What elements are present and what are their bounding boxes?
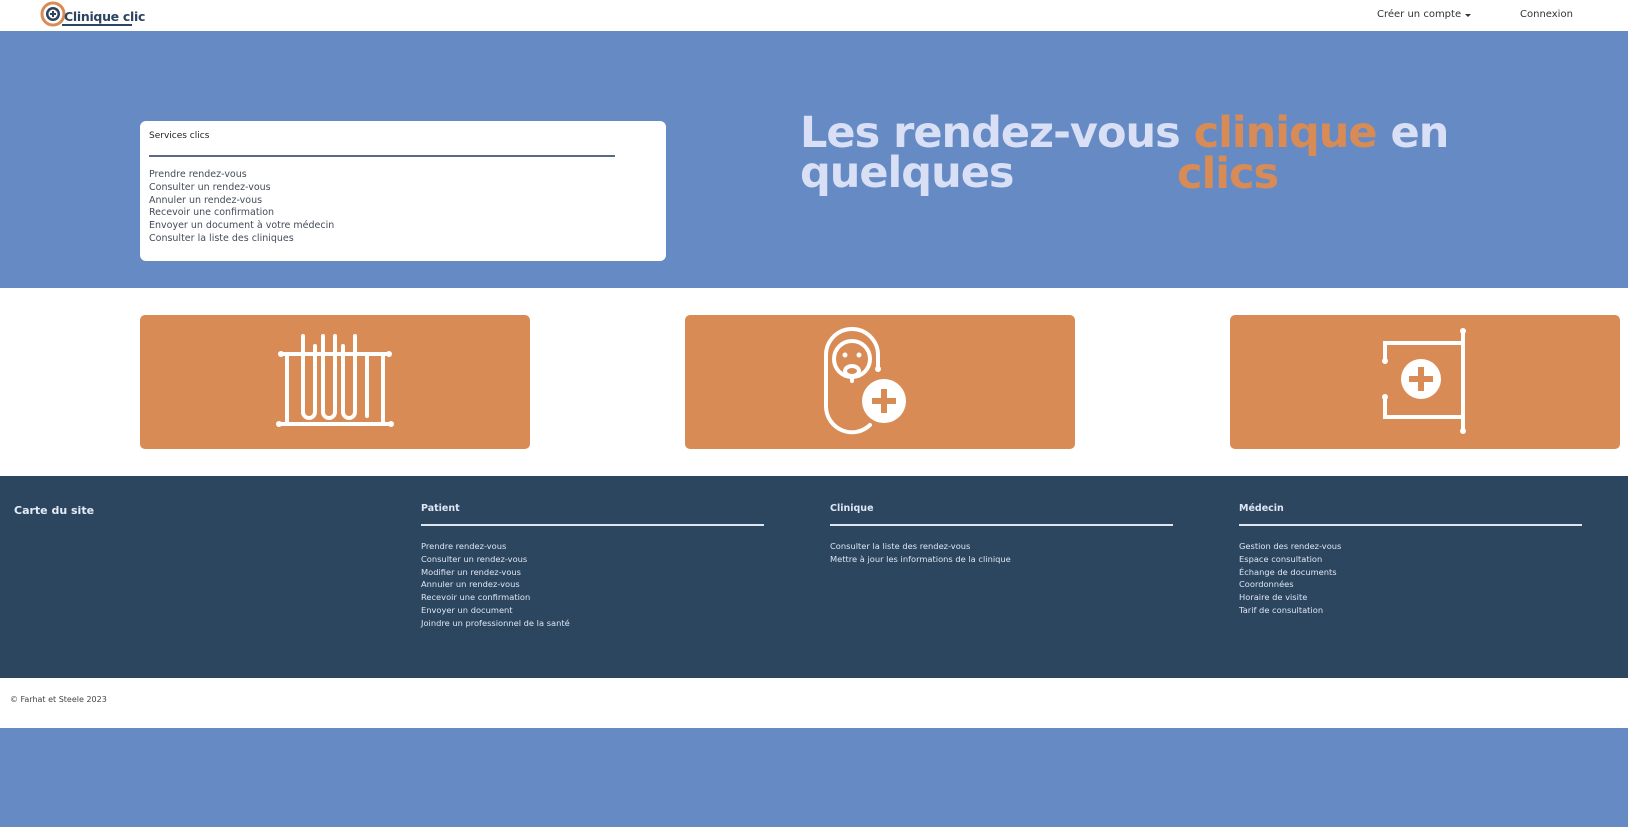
footer-column-clinique: Clinique Consulter la liste des rendez-v…: [830, 503, 1173, 566]
footer-column-medecin: Médecin Gestion des rendez-vous Espace c…: [1239, 503, 1582, 617]
test-tubes-icon: [276, 334, 394, 427]
top-navbar: Clinique clic Créer un compte Connexion: [0, 0, 1628, 31]
headline-line2: clics: [1177, 149, 1279, 199]
footer-link[interactable]: Annuler un rendez-vous: [421, 578, 764, 591]
caret-down-icon: [1465, 13, 1472, 17]
footer-divider: [830, 524, 1173, 526]
patient-oxygen-mask-icon: [824, 327, 906, 435]
footer-divider: [421, 524, 764, 526]
service-link[interactable]: Consulter la liste des cliniques: [149, 233, 334, 246]
sitemap-title: Carte du site: [14, 504, 95, 517]
services-divider: [149, 155, 615, 157]
services-card: Services clics Prendre rendez-vous Consu…: [140, 121, 666, 261]
footer-link[interactable]: Espace consultation: [1239, 553, 1582, 566]
footer-link[interactable]: Modifier un rendez-vous: [421, 566, 764, 579]
brand-underline: [62, 24, 132, 26]
services-title: Services clics: [149, 131, 210, 141]
footer-column-title: Patient: [421, 503, 460, 514]
footer-links: Gestion des rendez-vous Espace consultat…: [1239, 540, 1582, 617]
footer-sitemap: Carte du site Patient Prendre rendez-vou…: [0, 476, 1628, 678]
copyright-text: © Farhat et Steele 2023: [10, 695, 107, 704]
login-link[interactable]: Connexion: [1520, 9, 1573, 20]
service-link[interactable]: Annuler un rendez-vous: [149, 195, 334, 208]
footer-column-patient: Patient Prendre rendez-vous Consulter un…: [421, 503, 764, 630]
footer-links: Prendre rendez-vous Consulter un rendez-…: [421, 540, 764, 630]
brand-name: Clinique clic: [64, 9, 146, 24]
service-link[interactable]: Recevoir une confirmation: [149, 207, 334, 220]
service-link[interactable]: Consulter un rendez-vous: [149, 182, 334, 195]
feature-card-patient[interactable]: [685, 315, 1075, 449]
clinic-sign-icon: [1382, 328, 1466, 434]
footer-link[interactable]: Recevoir une confirmation: [421, 591, 764, 604]
footer-link[interactable]: Gestion des rendez-vous: [1239, 540, 1582, 553]
service-link[interactable]: Envoyer un document à votre médecin: [149, 220, 334, 233]
create-account-dropdown[interactable]: Créer un compte: [1377, 9, 1472, 20]
footer-link[interactable]: Joindre un professionnel de la santé: [421, 617, 764, 630]
hero-section: Services clics Prendre rendez-vous Consu…: [0, 31, 1628, 288]
footer-column-title: Clinique: [830, 503, 874, 514]
services-list: Prendre rendez-vous Consulter un rendez-…: [149, 169, 334, 246]
footer-column-title: Médecin: [1239, 503, 1284, 514]
footer-link[interactable]: Tarif de consultation: [1239, 604, 1582, 617]
feature-card-lab[interactable]: [140, 315, 530, 449]
create-account-label: Créer un compte: [1377, 9, 1462, 20]
footer-link[interactable]: Échange de documents: [1239, 566, 1582, 579]
footer-link[interactable]: Horaire de visite: [1239, 591, 1582, 604]
service-link[interactable]: Prendre rendez-vous: [149, 169, 334, 182]
features-section: [0, 288, 1628, 476]
footer-link[interactable]: Mettre à jour les informations de la cli…: [830, 553, 1173, 566]
footer-links: Consulter la liste des rendez-vous Mettr…: [830, 540, 1173, 566]
footer-link[interactable]: Coordonnées: [1239, 578, 1582, 591]
footer-link[interactable]: Prendre rendez-vous: [421, 540, 764, 553]
footer-link[interactable]: Consulter un rendez-vous: [421, 553, 764, 566]
footer-link[interactable]: Envoyer un document: [421, 604, 764, 617]
footer-divider: [1239, 524, 1582, 526]
feature-card-clinic[interactable]: [1230, 315, 1620, 449]
footer-link[interactable]: Consulter la liste des rendez-vous: [830, 540, 1173, 553]
copyright-bar: © Farhat et Steele 2023: [0, 678, 1628, 728]
